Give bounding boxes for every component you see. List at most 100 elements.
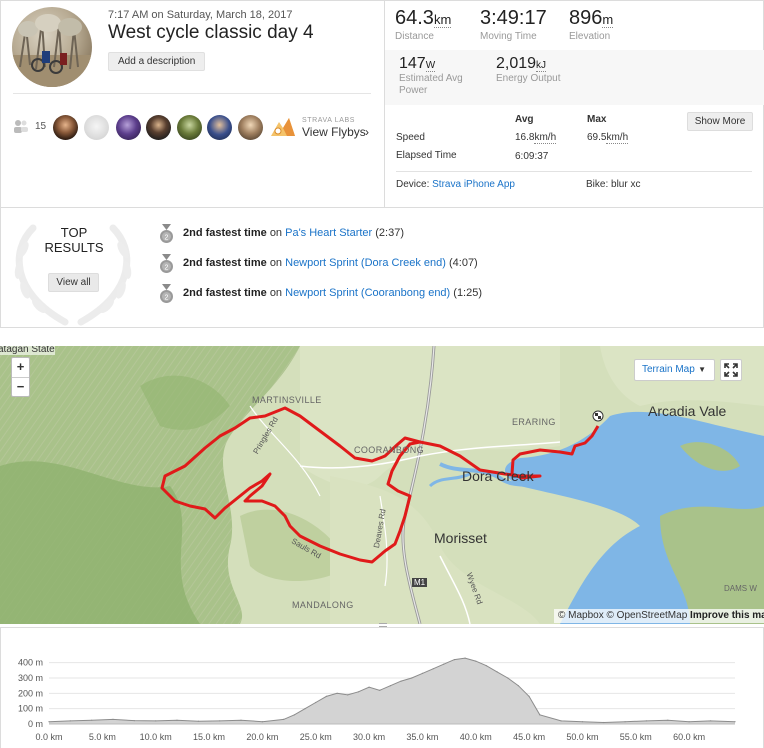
elevation-point (240, 719, 242, 721)
map-label: MARTINSVILLE (252, 395, 322, 405)
flyby-icon[interactable] (269, 116, 297, 138)
map-label: ERARING (512, 417, 556, 427)
elevation-point (624, 721, 626, 723)
elevation-point (112, 718, 114, 720)
energy-unit: kJ (536, 60, 547, 72)
elevation-point (283, 718, 285, 720)
elevation-point (176, 719, 178, 721)
stat-energy: 2,019kJ Energy Output (496, 55, 560, 85)
x-tick-label: 35.0 km (406, 732, 438, 742)
map-label: Dora Creek (462, 468, 534, 484)
elevation-point (496, 671, 498, 673)
y-tick-label: 0 m (28, 719, 43, 729)
effort-time: (4:07) (448, 257, 478, 269)
fullscreen-icon (724, 363, 738, 377)
activity-stats: 64.3km Distance 3:49:17 Moving Time 896m… (384, 1, 764, 207)
elevation-unit: m (602, 12, 614, 28)
elevation-point (688, 721, 690, 723)
x-tick-label: 20.0 km (246, 732, 278, 742)
avg-header: Avg (515, 114, 534, 125)
effort-text: 2nd fastest time on Pa's Heart Starter (… (183, 227, 404, 239)
elevation-point (560, 720, 562, 722)
elevation-point (368, 686, 370, 688)
effort-on: on (269, 257, 283, 269)
athlete-avatar[interactable] (12, 7, 92, 87)
improve-map-link[interactable]: Improve this map (690, 610, 764, 621)
divider (13, 93, 371, 94)
terrain-map[interactable] (0, 346, 764, 624)
segment-link[interactable]: Newport Sprint (Dora Creek end) (285, 257, 446, 269)
svg-text:2: 2 (165, 295, 169, 302)
speed-avg-value: 16.8 (515, 132, 535, 143)
bike-info: Bike: blur xc (586, 179, 640, 190)
elevation-point (336, 692, 338, 694)
distance-unit: km (433, 12, 452, 28)
kudos-count[interactable]: 15 (35, 121, 46, 132)
power-unit: W (425, 60, 436, 72)
elevation-point (421, 672, 423, 674)
elevation-point (347, 694, 349, 696)
effort-time: (2:37) (375, 227, 405, 239)
x-tick-label: 60.0 km (673, 732, 705, 742)
chevron-right-icon[interactable]: › (365, 125, 369, 139)
elevation-point (69, 720, 71, 722)
kudoer-avatar[interactable] (238, 115, 263, 140)
zoom-in-button[interactable]: + (12, 358, 29, 377)
effort-time: (1:25) (453, 287, 483, 299)
y-tick-label: 100 m (18, 704, 43, 714)
device-label: Device: (396, 179, 430, 190)
elevation-point (48, 721, 50, 723)
osm-link[interactable]: © OpenStreetMap (607, 610, 688, 621)
mapbox-link[interactable]: © Mapbox (558, 610, 604, 621)
max-header: Max (587, 114, 607, 125)
resize-handle[interactable] (379, 623, 387, 627)
kudoer-avatar[interactable] (84, 115, 109, 140)
show-more-button[interactable]: Show More (687, 112, 753, 131)
elevation-point (581, 721, 584, 723)
kudos-icon[interactable] (13, 119, 29, 133)
map-type-dropdown[interactable]: Terrain Map ▼ (634, 359, 715, 381)
highway-shield: M1 (412, 578, 428, 587)
top-results: TOP RESULTS View all 2 2nd fastest time … (0, 207, 764, 328)
power-value: 147 (399, 55, 426, 72)
power-label: Estimated Avg Power (399, 73, 463, 96)
kudoer-avatar[interactable] (146, 115, 171, 140)
kudoer-avatar[interactable] (116, 115, 141, 140)
fullscreen-button[interactable] (720, 359, 742, 381)
y-tick-label: 200 m (18, 688, 43, 698)
elevation-point (325, 695, 327, 697)
elevation-point (219, 720, 221, 722)
kudoer-avatar[interactable] (53, 115, 78, 140)
device-link[interactable]: Strava iPhone App (432, 179, 515, 190)
elevation-point (400, 680, 402, 682)
elevation-point (293, 714, 295, 716)
elevation-point (475, 660, 477, 662)
elevation-chart[interactable]: 400 m 300 m 200 m 100 m 0 m 0.0 km 5.0 km 10.0 … (1, 628, 764, 748)
segment-link[interactable]: Newport Sprint (Cooranbong end) (285, 287, 450, 299)
silver-medal-icon: 2 (160, 284, 173, 303)
map-type-label: Terrain Map (642, 364, 695, 375)
kudoer-avatar[interactable] (177, 115, 202, 140)
elevation-point (261, 721, 263, 723)
route-map[interactable]: atagan State MARTINSVILLE COORANBONG ERA… (0, 346, 764, 624)
stat-elevation: 896m Elevation (569, 7, 614, 42)
add-description-button[interactable]: Add a description (108, 52, 206, 71)
effort-on: on (269, 287, 283, 299)
elevation-point (453, 659, 455, 661)
x-tick-label: 15.0 km (193, 732, 225, 742)
x-tick-label: 5.0 km (89, 732, 116, 742)
map-label: MANDALONG (292, 600, 354, 610)
elevation-point (357, 691, 359, 693)
view-flybys-link[interactable]: View Flybys (302, 125, 366, 139)
bike-value: blur xc (611, 179, 641, 190)
effort-text: 2nd fastest time on Newport Sprint (Coor… (183, 287, 482, 299)
moving-time-label: Moving Time (480, 31, 537, 42)
segment-link[interactable]: Pa's Heart Starter (285, 227, 372, 239)
x-tick-label: 25.0 km (300, 732, 332, 742)
view-all-button[interactable]: View all (48, 273, 99, 292)
kudoer-avatar[interactable] (207, 115, 232, 140)
device-info: Device: Strava iPhone App (396, 179, 515, 190)
elevation-point (645, 720, 648, 722)
map-label: atagan State (0, 346, 55, 355)
zoom-out-button[interactable]: − (12, 377, 29, 396)
